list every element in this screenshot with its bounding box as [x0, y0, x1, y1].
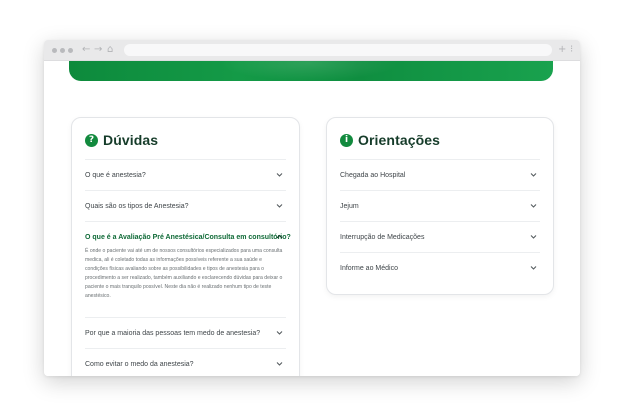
- browser-window: ← → ⌂ + ⁝ ? Dúvidas O que é anestesia? Q…: [44, 40, 580, 376]
- faq-answer: É onde o paciente vai até um de nossos c…: [85, 248, 283, 299]
- faq-question: Como evitar o medo da anestesia?: [85, 361, 194, 368]
- chevron-up-icon: [276, 234, 283, 239]
- menu-icon[interactable]: ⁝: [570, 43, 573, 57]
- chevron-down-icon: [530, 204, 537, 208]
- duvidas-accordion: O que é anestesia? Quais são os tipos de…: [85, 159, 291, 376]
- duvidas-header: ? Dúvidas: [85, 132, 158, 148]
- guidance-item[interactable]: Jejum: [340, 190, 540, 221]
- faq-question: O que é anestesia?: [85, 172, 146, 179]
- duvidas-title: Dúvidas: [103, 132, 159, 148]
- chevron-down-icon: [530, 235, 537, 239]
- faq-item-expanded[interactable]: O que é a Avaliação Pré Anestésica/Consu…: [85, 221, 291, 317]
- chevron-down-icon: [276, 173, 283, 177]
- chevron-down-icon: [276, 362, 283, 366]
- guidance-item[interactable]: Chegada ao Hospital: [340, 159, 540, 190]
- faq-item[interactable]: Quais são os tipos de Anestesia?: [85, 190, 286, 221]
- page-viewport: ? Dúvidas O que é anestesia? Quais são o…: [44, 61, 580, 376]
- orientacoes-accordion: Chegada ao Hospital Jejum Interrupção de…: [340, 159, 540, 283]
- home-icon[interactable]: ⌂: [107, 43, 113, 57]
- new-tab-icon[interactable]: +: [558, 43, 566, 57]
- chevron-down-icon: [276, 204, 283, 208]
- back-arrow-icon[interactable]: ←: [82, 43, 90, 57]
- info-circle-icon: i: [340, 133, 353, 147]
- question-circle-icon: ?: [85, 133, 98, 147]
- orientacoes-title: Orientações: [358, 132, 441, 148]
- faq-question: O que é a Avaliação Pré Anestésica/Consu…: [85, 234, 291, 241]
- faq-question: Por que a maioria das pessoas tem medo d…: [85, 330, 261, 337]
- chevron-down-icon: [276, 331, 283, 335]
- guidance-item[interactable]: Informe ao Médico: [340, 252, 540, 283]
- guidance-item[interactable]: Interrupção de Medicações: [340, 221, 540, 252]
- guidance-label: Chegada ao Hospital: [340, 172, 406, 179]
- chevron-down-icon: [530, 266, 537, 270]
- chevron-down-icon: [530, 173, 537, 177]
- window-control-dot[interactable]: [52, 48, 57, 53]
- faq-item[interactable]: Por que a maioria das pessoas tem medo d…: [85, 317, 286, 348]
- faq-question: Quais são os tipos de Anestesia?: [85, 203, 189, 210]
- window-control-dot[interactable]: [60, 48, 65, 53]
- faq-item[interactable]: Como evitar o medo da anestesia?: [85, 348, 286, 376]
- browser-toolbar: ← → ⌂ + ⁝: [44, 40, 580, 61]
- orientacoes-header: i Orientações: [340, 132, 440, 148]
- guidance-label: Interrupção de Medicações: [340, 234, 425, 241]
- guidance-label: Informe ao Médico: [340, 265, 398, 272]
- hero-banner-image: [69, 61, 553, 81]
- address-bar[interactable]: [124, 44, 552, 56]
- guidance-label: Jejum: [340, 203, 359, 210]
- faq-item[interactable]: O que é anestesia?: [85, 159, 286, 190]
- forward-arrow-icon[interactable]: →: [94, 43, 102, 57]
- orientacoes-card: i Orientações Chegada ao Hospital Jejum …: [326, 117, 554, 295]
- window-control-dot[interactable]: [68, 48, 73, 53]
- duvidas-card: ? Dúvidas O que é anestesia? Quais são o…: [71, 117, 300, 376]
